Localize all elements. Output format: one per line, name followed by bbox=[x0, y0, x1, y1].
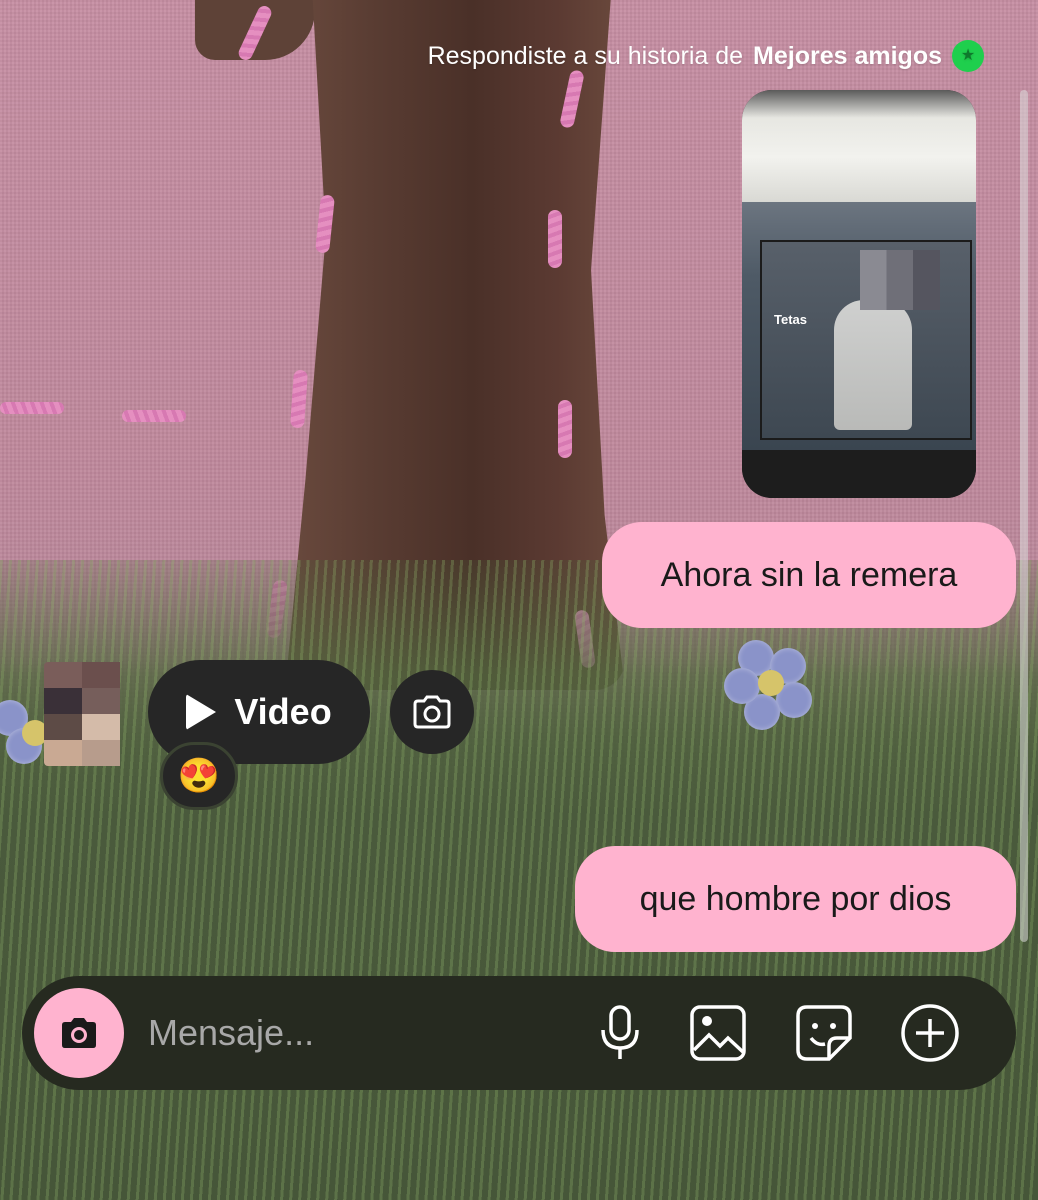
gallery-button[interactable] bbox=[686, 1001, 750, 1065]
reply-camera-button[interactable] bbox=[390, 670, 474, 754]
video-label: Video bbox=[234, 691, 332, 732]
play-icon bbox=[186, 694, 217, 730]
message-input[interactable] bbox=[148, 1006, 548, 1060]
message-bubble-outgoing[interactable]: Ahora sin la remera bbox=[602, 522, 1016, 628]
reaction-emoji-text: 😍 bbox=[177, 757, 221, 795]
message-text: Ahora sin la remera bbox=[660, 555, 958, 594]
composer-camera-button[interactable] bbox=[34, 988, 124, 1078]
story-reply-audience: Mejores amigos bbox=[753, 41, 942, 70]
camera-icon bbox=[62, 1018, 96, 1048]
background-stitch bbox=[0, 402, 64, 414]
blurred-face bbox=[860, 250, 940, 310]
sticker-icon bbox=[796, 1005, 852, 1061]
more-button[interactable] bbox=[898, 1001, 962, 1065]
star-icon: ★ bbox=[952, 40, 984, 72]
camera-icon bbox=[413, 695, 451, 729]
scrollbar[interactable] bbox=[1020, 90, 1028, 942]
story-caption: Tetas bbox=[774, 312, 807, 327]
avatar[interactable] bbox=[44, 662, 120, 766]
gallery-icon bbox=[690, 1005, 746, 1061]
microphone-button[interactable] bbox=[588, 1001, 652, 1065]
background-stitch bbox=[122, 410, 186, 422]
background-stitch bbox=[558, 400, 572, 458]
story-reply-note: Respondiste a su historia de Mejores ami… bbox=[428, 40, 984, 72]
message-composer bbox=[22, 976, 1016, 1090]
story-reply-text: Respondiste a su historia de bbox=[427, 41, 744, 70]
reaction-emoji[interactable]: 😍 bbox=[160, 742, 238, 810]
message-text: que hombre por dios bbox=[639, 879, 952, 918]
message-bubble-outgoing[interactable]: que hombre por dios bbox=[575, 846, 1016, 952]
sticker-button[interactable] bbox=[792, 1001, 856, 1065]
microphone-icon bbox=[601, 1005, 639, 1059]
background-stitch bbox=[548, 210, 562, 268]
plus-icon bbox=[901, 1004, 959, 1062]
story-thumbnail[interactable]: Tetas bbox=[742, 90, 976, 498]
background-flower bbox=[724, 640, 814, 730]
